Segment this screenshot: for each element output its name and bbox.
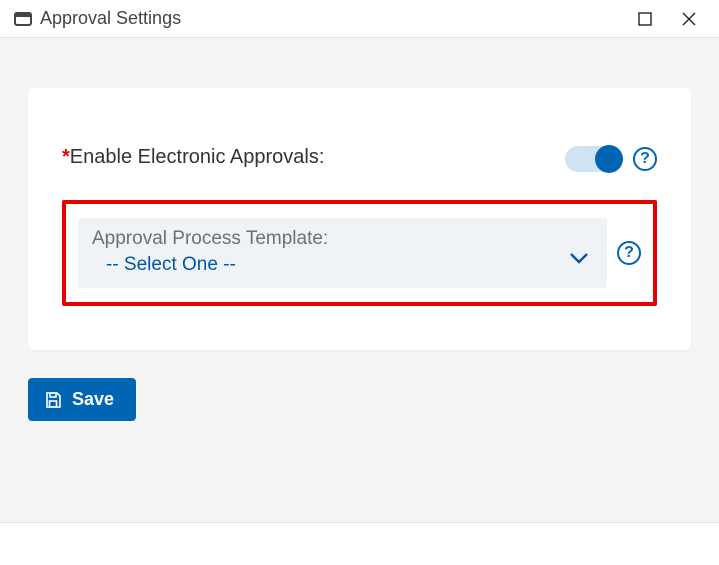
close-icon — [682, 12, 696, 26]
maximize-button[interactable] — [623, 4, 667, 34]
approval-template-label: Approval Process Template: — [92, 228, 593, 250]
chevron-down-icon — [569, 251, 589, 269]
enable-approvals-label: Enable Electronic Approvals: — [70, 146, 325, 168]
approval-template-value: -- Select One -- — [92, 254, 593, 276]
enable-approvals-row: *Enable Electronic Approvals: ? — [62, 146, 657, 172]
approval-template-select[interactable]: Approval Process Template: -- Select One… — [78, 218, 607, 288]
help-enable-approvals[interactable]: ? — [633, 147, 657, 171]
maximize-icon — [638, 12, 652, 26]
settings-card: *Enable Electronic Approvals: ? Approval… — [28, 88, 691, 350]
help-icon: ? — [640, 150, 650, 168]
save-icon — [44, 391, 62, 409]
close-button[interactable] — [667, 4, 711, 34]
template-highlight-box: Approval Process Template: -- Select One… — [62, 200, 657, 306]
titlebar: Approval Settings — [0, 0, 719, 38]
required-star: * — [62, 146, 70, 168]
window-title: Approval Settings — [40, 8, 181, 29]
toggle-knob — [595, 145, 623, 173]
save-button[interactable]: Save — [28, 378, 136, 421]
enable-approvals-label-col: *Enable Electronic Approvals: — [62, 146, 395, 169]
help-approval-template[interactable]: ? — [617, 241, 641, 265]
window-icon — [14, 12, 32, 26]
page-body: *Enable Electronic Approvals: ? Approval… — [0, 38, 719, 523]
help-icon: ? — [624, 244, 634, 262]
enable-approvals-toggle[interactable] — [565, 146, 623, 172]
save-button-label: Save — [72, 389, 114, 410]
